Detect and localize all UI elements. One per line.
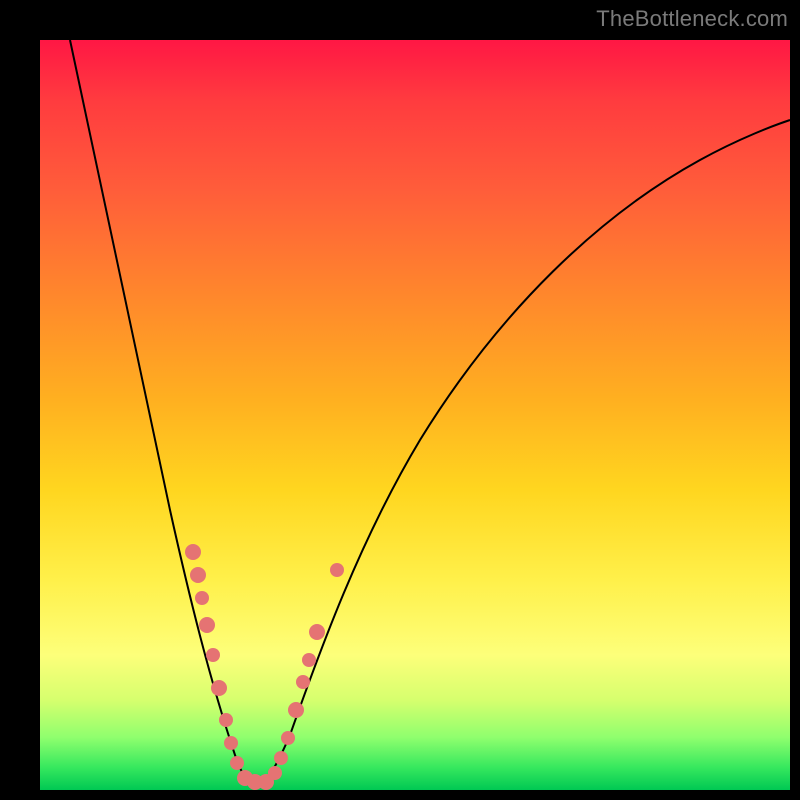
bottleneck-curve-left — [70, 40, 255, 785]
curve-layer — [40, 40, 790, 790]
marker-dot — [268, 766, 282, 780]
marker-dot — [190, 567, 206, 583]
marker-dot — [224, 736, 238, 750]
chart-frame: TheBottleneck.com — [0, 0, 800, 800]
marker-dot — [195, 591, 209, 605]
marker-dot — [302, 653, 316, 667]
marker-dot — [206, 648, 220, 662]
bottleneck-curve-right — [255, 120, 790, 785]
marker-dot — [199, 617, 215, 633]
plot-area — [40, 40, 790, 790]
marker-dot — [230, 756, 244, 770]
watermark-text: TheBottleneck.com — [596, 6, 788, 32]
marker-dot — [296, 675, 310, 689]
marker-dot — [211, 680, 227, 696]
marker-dot — [288, 702, 304, 718]
marker-dot — [274, 751, 288, 765]
marker-dot — [330, 563, 344, 577]
marker-dot — [281, 731, 295, 745]
marker-dot — [309, 624, 325, 640]
marker-dot — [219, 713, 233, 727]
marker-dot — [185, 544, 201, 560]
